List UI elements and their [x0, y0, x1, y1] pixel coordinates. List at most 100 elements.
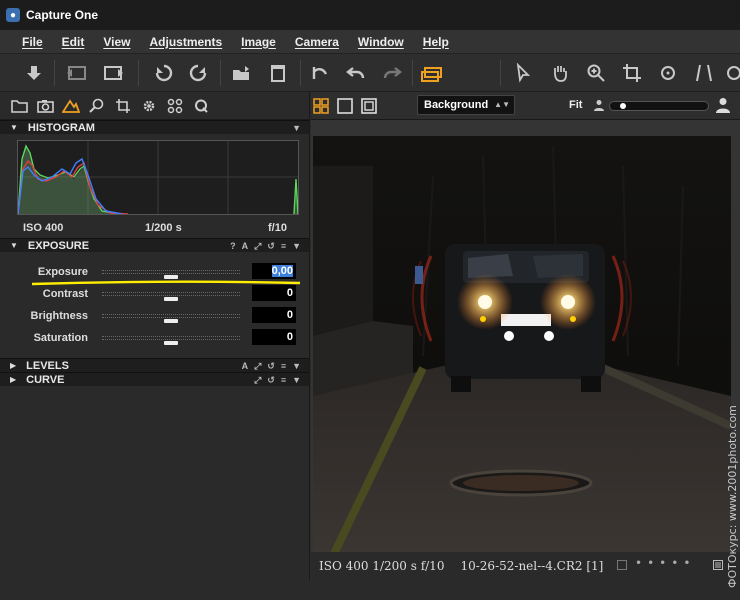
- zoom-slider-thumb[interactable]: [620, 103, 626, 109]
- brightness-value-input[interactable]: 0: [252, 307, 296, 323]
- menu-file[interactable]: File: [22, 35, 43, 49]
- redo-button[interactable]: [380, 62, 404, 84]
- photo-meta-text: ISO 400 1/200 s f/10: [319, 559, 445, 573]
- histogram-header[interactable]: ▼ HISTOGRAM ▼: [0, 120, 309, 134]
- brightness-label: Brightness: [30, 310, 88, 322]
- style-dropdown[interactable]: Background ▲▼: [417, 95, 515, 115]
- saturation-slider[interactable]: [102, 336, 240, 345]
- circle-icon: [727, 66, 740, 80]
- rotate-right-button[interactable]: [186, 62, 210, 84]
- auto-adjust-icon[interactable]: A: [242, 361, 249, 371]
- rotate-left-button[interactable]: [152, 62, 176, 84]
- rotate-tool-icon: [661, 66, 675, 80]
- presets-icon[interactable]: ≡: [281, 375, 286, 385]
- tool-panel: ▼ HISTOGRAM ▼ ISO 400 1/200 s f/10 ▼ EXP…: [0, 92, 310, 600]
- histogram-menu-icon[interactable]: ▼: [292, 123, 301, 133]
- undo-button[interactable]: [344, 62, 368, 84]
- exposure-value-input[interactable]: 0,00: [252, 263, 296, 279]
- exposure-title: EXPOSURE: [27, 239, 90, 252]
- exposure-value-text: 0,00: [271, 265, 293, 277]
- help-icon[interactable]: ?: [230, 241, 236, 251]
- auto-adjust-icon[interactable]: A: [242, 241, 249, 251]
- tab-quick[interactable]: [192, 97, 210, 115]
- menu-adjustments[interactable]: Adjustments: [149, 35, 222, 49]
- zoom-slider[interactable]: [609, 101, 709, 111]
- tab-composition[interactable]: [114, 97, 132, 115]
- tab-color[interactable]: [62, 97, 80, 115]
- rotate-cw-icon: [189, 64, 207, 82]
- pan-tool[interactable]: [548, 62, 572, 84]
- tool-menu-icon[interactable]: ▼: [292, 241, 301, 251]
- exposure-slider[interactable]: [102, 270, 240, 279]
- zoom-fit-label[interactable]: Fit: [569, 99, 582, 111]
- copy-apply-icon[interactable]: ⤢: [254, 361, 261, 372]
- levels-title: LEVELS: [26, 359, 69, 372]
- undo-all-button[interactable]: [308, 62, 332, 84]
- presets-icon[interactable]: ≡: [281, 361, 286, 371]
- tool-tabs: [0, 92, 309, 120]
- delete-button[interactable]: [266, 62, 290, 84]
- spot-tool[interactable]: [722, 62, 740, 84]
- multi-view-icon[interactable]: [313, 98, 329, 114]
- keystone-tool[interactable]: [692, 62, 716, 84]
- image-viewer[interactable]: [311, 120, 740, 556]
- brightness-slider-thumb[interactable]: [164, 319, 178, 323]
- exposure-panel: Exposure 0,00 Contrast 0 Brightness 0 Sa…: [0, 252, 309, 358]
- menu-image[interactable]: Image: [241, 35, 276, 49]
- presets-icon[interactable]: ≡: [281, 241, 286, 251]
- brightness-slider[interactable]: [102, 314, 240, 323]
- stack-variants-button[interactable]: [420, 62, 444, 84]
- levels-header[interactable]: ▶ LEVELS A ⤢ ↺ ≡ ▼: [0, 358, 309, 372]
- undo-icon: [346, 67, 365, 79]
- reset-tool-icon[interactable]: ↺: [267, 241, 275, 252]
- menu-camera[interactable]: Camera: [295, 35, 339, 49]
- curve-header[interactable]: ▶ CURVE ⤢ ↺ ≡ ▼: [0, 372, 309, 386]
- menu-edit[interactable]: Edit: [62, 35, 85, 49]
- watermark: ФОТОкурс: www.2001photo.com: [725, 372, 739, 592]
- contrast-slider[interactable]: [102, 292, 240, 301]
- menu-view[interactable]: View: [103, 35, 130, 49]
- copy-apply-icon[interactable]: ⤢: [254, 241, 261, 252]
- tool-menu-icon[interactable]: ▼: [292, 375, 301, 385]
- select-checkbox-icon[interactable]: [617, 560, 627, 570]
- previous-variant-button[interactable]: [64, 62, 88, 84]
- cursor-icon: [516, 63, 531, 83]
- next-variant-button[interactable]: [102, 62, 126, 84]
- menu-help[interactable]: Help: [423, 35, 449, 49]
- tool-menu-icon[interactable]: ▼: [292, 361, 301, 371]
- main-toolbar: [0, 54, 740, 92]
- primary-view-icon[interactable]: [361, 98, 377, 114]
- tab-library[interactable]: [10, 97, 28, 115]
- reset-tool-icon[interactable]: ↺: [267, 361, 275, 372]
- tab-adjustments[interactable]: [166, 97, 184, 115]
- histogram-panel: ISO 400 1/200 s f/10: [0, 134, 309, 238]
- photo-filename: 10-26-52-nel--4.CR2 [1]: [460, 559, 604, 573]
- person-small-icon: [594, 100, 604, 111]
- trash-icon: [271, 65, 285, 82]
- reset-tool-icon[interactable]: ↺: [267, 375, 275, 386]
- exposure-slider-thumb[interactable]: [164, 275, 178, 279]
- select-tool[interactable]: [512, 62, 536, 84]
- contrast-slider-thumb[interactable]: [164, 297, 178, 301]
- tab-lens[interactable]: [88, 97, 106, 115]
- rating-dots-icon[interactable]: •••••: [635, 556, 695, 570]
- zoom-tool[interactable]: [584, 62, 608, 84]
- tab-settings[interactable]: [140, 97, 158, 115]
- saturation-slider-thumb[interactable]: [164, 341, 178, 345]
- move-to-folder-button[interactable]: [230, 62, 254, 84]
- tab-capture[interactable]: [36, 97, 54, 115]
- watermark-text: ФОТОкурс: www.2001photo.com: [726, 405, 739, 588]
- crop-tool[interactable]: [620, 62, 644, 84]
- contrast-value-input[interactable]: 0: [252, 285, 296, 301]
- import-button[interactable]: [22, 62, 46, 84]
- exposure-header[interactable]: ▼ EXPOSURE ? A ⤢ ↺ ≡ ▼: [0, 238, 309, 252]
- collapse-triangle-icon: ▼: [10, 241, 18, 250]
- copy-apply-icon[interactable]: ⤢: [254, 375, 261, 386]
- rotate-tool[interactable]: [656, 62, 680, 84]
- next-variant-icon: [104, 66, 123, 80]
- saturation-value-input[interactable]: 0: [252, 329, 296, 345]
- info-list-icon[interactable]: [713, 560, 723, 570]
- folder-move-icon: [233, 66, 249, 80]
- single-view-icon[interactable]: [337, 98, 353, 114]
- menu-window[interactable]: Window: [358, 35, 404, 49]
